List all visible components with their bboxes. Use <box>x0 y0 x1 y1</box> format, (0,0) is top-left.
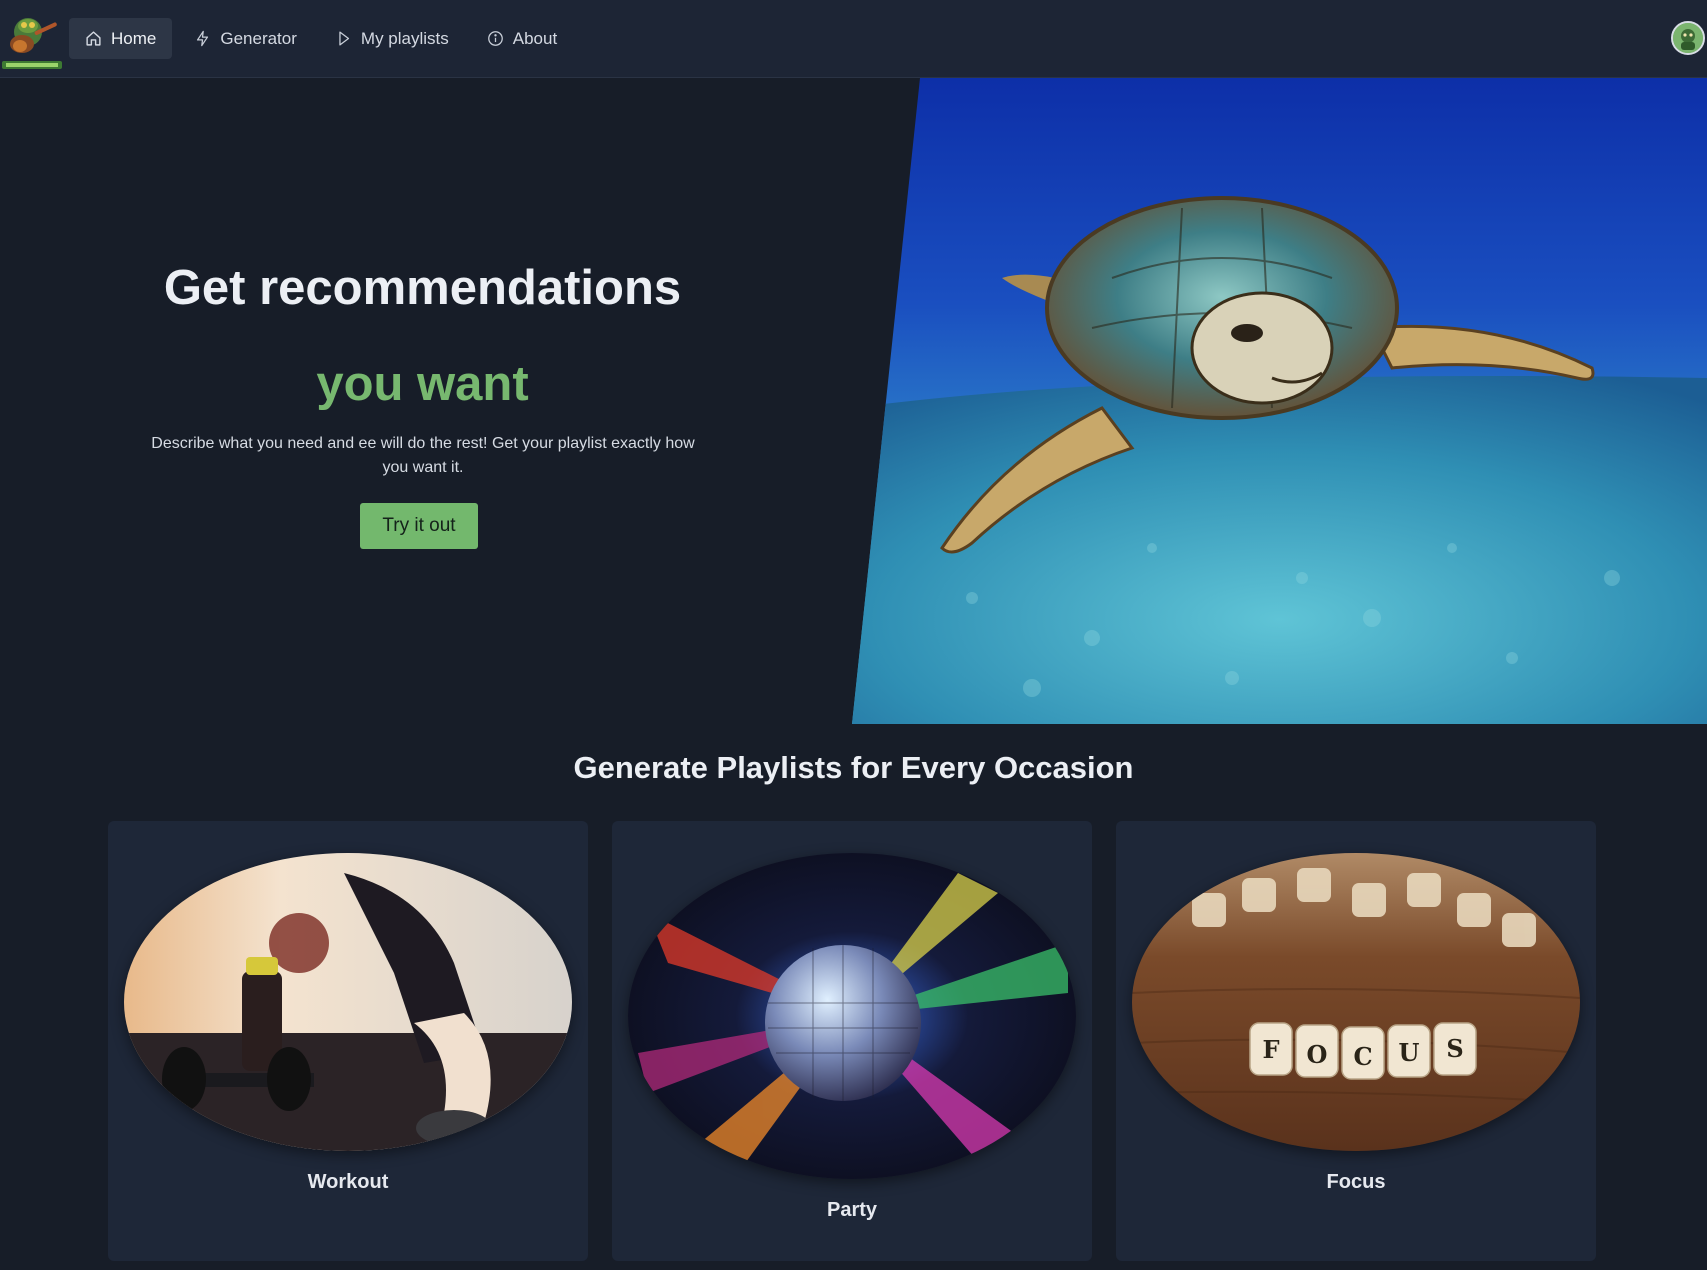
nav-item-my-playlists[interactable]: My playlists <box>319 18 465 59</box>
occasion-card-focus[interactable]: F O C U S Focus <box>1116 821 1596 1261</box>
nav-item-generator[interactable]: Generator <box>178 18 313 59</box>
occasion-card-workout[interactable]: Workout <box>108 821 588 1261</box>
play-icon <box>339 31 350 46</box>
nav-item-about[interactable]: About <box>471 18 573 59</box>
workout-image <box>124 853 572 1151</box>
hero-section: Get recommendations you want Describe wh… <box>0 78 845 724</box>
occasion-cards: Workout Party F O C U S Focus <box>108 821 1596 1261</box>
user-avatar[interactable] <box>1671 21 1705 55</box>
lightning-icon <box>197 30 209 47</box>
hero-description: Describe what you need and ee will do th… <box>151 435 695 476</box>
nav-item-label: Generator <box>220 28 297 48</box>
svg-text:S: S <box>1446 1034 1463 1063</box>
hero-title-accent: you want <box>316 357 529 411</box>
disco-ball-image <box>628 853 1076 1179</box>
nav-item-label: My playlists <box>360 28 449 48</box>
nav-menu: Home Generator My playlists About <box>69 18 573 59</box>
svg-text:F: F <box>1262 1035 1279 1064</box>
nav-item-label: Home <box>111 28 157 48</box>
top-navbar: Home Generator My playlists About <box>0 0 1707 78</box>
svg-text:O: O <box>1307 1040 1328 1069</box>
sea-turtle-image <box>852 78 1707 724</box>
app-logo[interactable] <box>0 6 64 70</box>
card-label: Focus <box>1326 1171 1386 1193</box>
occasions-title: Generate Playlists for Every Occasion <box>573 750 1134 785</box>
home-icon <box>86 31 101 46</box>
info-icon <box>487 31 503 46</box>
nav-item-label: About <box>512 28 558 48</box>
try-it-out-button[interactable]: Try it out <box>360 503 478 549</box>
svg-text:U: U <box>1399 1038 1420 1067</box>
occasion-card-party[interactable]: Party <box>612 821 1092 1261</box>
svg-text:C: C <box>1353 1042 1372 1071</box>
nav-item-home[interactable]: Home <box>69 18 173 59</box>
card-label: Party <box>826 1199 878 1221</box>
hero-title: Get recommendations <box>163 261 682 315</box>
card-label: Workout <box>307 1171 389 1193</box>
focus-image: F O C U S <box>1132 853 1580 1151</box>
